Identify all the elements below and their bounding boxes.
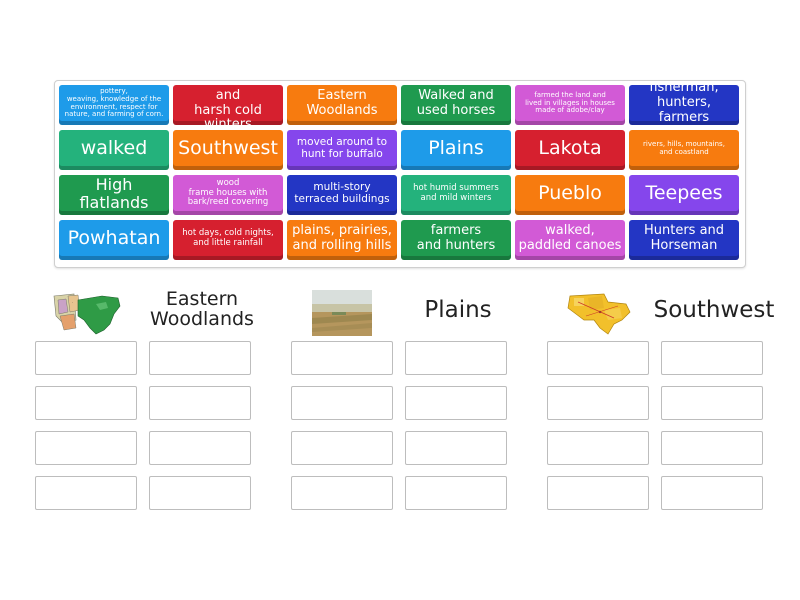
drop-zone-plains[interactable]	[405, 476, 507, 510]
drop-zone-eastern-woodlands[interactable]	[149, 341, 251, 375]
tile-hunters-horseman[interactable]: Hunters and Horseman	[629, 220, 739, 260]
tile-hot-humid-mild-winters[interactable]: hot humid summers and mild winters	[401, 175, 511, 215]
drop-zone-southwest[interactable]	[661, 386, 763, 420]
plains-landscape-image	[312, 290, 372, 336]
category-title-eastern-woodlands: Eastern Woodlands	[150, 288, 254, 330]
drop-zone-eastern-woodlands[interactable]	[35, 476, 137, 510]
svg-text:·: ·	[72, 301, 73, 305]
tile-hot-summers-harsh-winters[interactable]: hot summers and harsh cold winters	[173, 85, 283, 125]
drop-zone-plains[interactable]	[291, 431, 393, 465]
tile-powhatan[interactable]: Powhatan	[59, 220, 169, 260]
tile-farmed-adobe-villages[interactable]: farmed the land and lived in villages in…	[515, 85, 625, 125]
drop-zone-southwest[interactable]	[547, 341, 649, 375]
tile-bank: pottery, weaving, knowledge of the envir…	[54, 80, 746, 268]
woodlands-map-image: ·	[50, 290, 122, 336]
drop-zone-southwest[interactable]	[661, 476, 763, 510]
drop-zone-eastern-woodlands[interactable]	[35, 431, 137, 465]
tile-terraced-buildings[interactable]: multi-story terraced buildings	[287, 175, 397, 215]
tile-eastern-woodlands[interactable]: Eastern Woodlands	[287, 85, 397, 125]
drop-zone-eastern-woodlands[interactable]	[35, 386, 137, 420]
drop-zone-plains[interactable]	[405, 341, 507, 375]
tile-walked[interactable]: walked	[59, 130, 169, 170]
drop-zone-southwest[interactable]	[661, 431, 763, 465]
tile-hot-days-cold-nights[interactable]: hot days, cold nights, and little rainfa…	[173, 220, 283, 260]
drop-zone-plains[interactable]	[291, 386, 393, 420]
tile-teepees[interactable]: Teepees	[629, 175, 739, 215]
drop-zone-plains[interactable]	[405, 431, 507, 465]
tile-rivers-hills-coastland[interactable]: rivers, hills, mountains, and coastland	[629, 130, 739, 170]
drop-zone-plains[interactable]	[291, 476, 393, 510]
drop-zone-eastern-woodlands[interactable]	[149, 386, 251, 420]
drop-zone-eastern-woodlands[interactable]	[149, 476, 251, 510]
tile-pottery-weaving[interactable]: pottery, weaving, knowledge of the envir…	[59, 85, 169, 125]
drop-zone-southwest[interactable]	[547, 431, 649, 465]
tile-wood-frame-houses[interactable]: wood frame houses with bark/reed coverin…	[173, 175, 283, 215]
drop-zone-plains[interactable]	[405, 386, 507, 420]
drop-zone-southwest[interactable]	[547, 386, 649, 420]
tile-fisherman-hunters-farmers[interactable]: fisherman, hunters, farmers	[629, 85, 739, 125]
drop-zone-eastern-woodlands[interactable]	[35, 341, 137, 375]
drop-zone-eastern-woodlands[interactable]	[149, 431, 251, 465]
tile-lakota[interactable]: Lakota	[515, 130, 625, 170]
tile-southwest[interactable]: Southwest	[173, 130, 283, 170]
tile-plains[interactable]: Plains	[401, 130, 511, 170]
category-title-plains: Plains	[424, 297, 492, 323]
category-title-southwest: Southwest	[653, 297, 775, 323]
group-sort-activity: pottery, weaving, knowledge of the envir…	[0, 0, 800, 600]
southwest-map-image	[564, 290, 632, 336]
tile-hunt-buffalo[interactable]: moved around to hunt for buffalo	[287, 130, 397, 170]
tile-grid: pottery, weaving, knowledge of the envir…	[59, 85, 739, 260]
drop-zone-plains[interactable]	[291, 341, 393, 375]
tile-farmers-hunters[interactable]: farmers and hunters	[401, 220, 511, 260]
tile-plains-prairies-hills[interactable]: plains, prairies, and rolling hills	[287, 220, 397, 260]
drop-zone-southwest[interactable]	[661, 341, 763, 375]
tile-pueblo[interactable]: Pueblo	[515, 175, 625, 215]
tile-walked-paddled-canoes[interactable]: walked, paddled canoes	[515, 220, 625, 260]
drop-zone-southwest[interactable]	[547, 476, 649, 510]
tile-walked-used-horses[interactable]: Walked and used horses	[401, 85, 511, 125]
tile-high-flatlands[interactable]: High flatlands	[59, 175, 169, 215]
